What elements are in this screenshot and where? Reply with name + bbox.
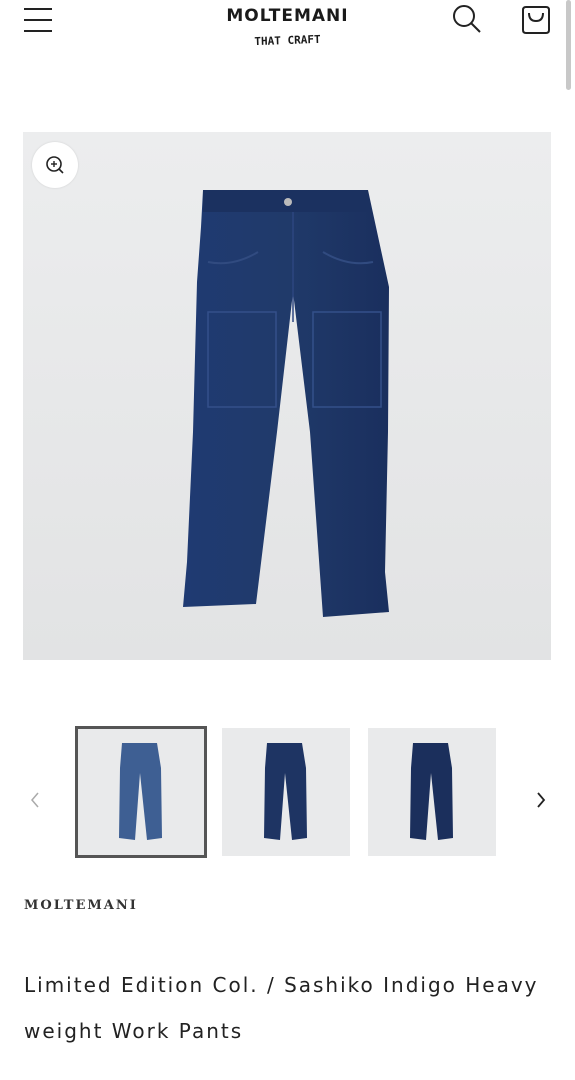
shopping-bag-icon[interactable] [518,2,554,38]
thumbnail-1[interactable] [75,726,207,858]
product-vendor: MOLTEMANI [24,898,138,913]
search-icon[interactable] [450,2,484,36]
product-main-image[interactable] [23,132,551,660]
logo-tagline: THAT CRAFT [254,32,321,49]
page-scrollbar[interactable] [566,0,571,90]
thumbnail-3[interactable] [368,728,496,856]
hamburger-menu-icon[interactable] [24,4,54,34]
brand-logo[interactable]: MOLTEMANI THAT CRAFT [200,6,375,49]
thumbnail-2[interactable] [222,728,350,856]
logo-wordmark: MOLTEMANI [226,6,349,26]
chevron-left-icon[interactable] [26,788,44,812]
chevron-right-icon[interactable] [532,788,550,812]
product-title: Limited Edition Col. / Sashiko Indigo He… [24,973,539,1043]
site-header: MOLTEMANI THAT CRAFT [0,0,575,70]
zoom-in-icon[interactable] [32,142,78,188]
